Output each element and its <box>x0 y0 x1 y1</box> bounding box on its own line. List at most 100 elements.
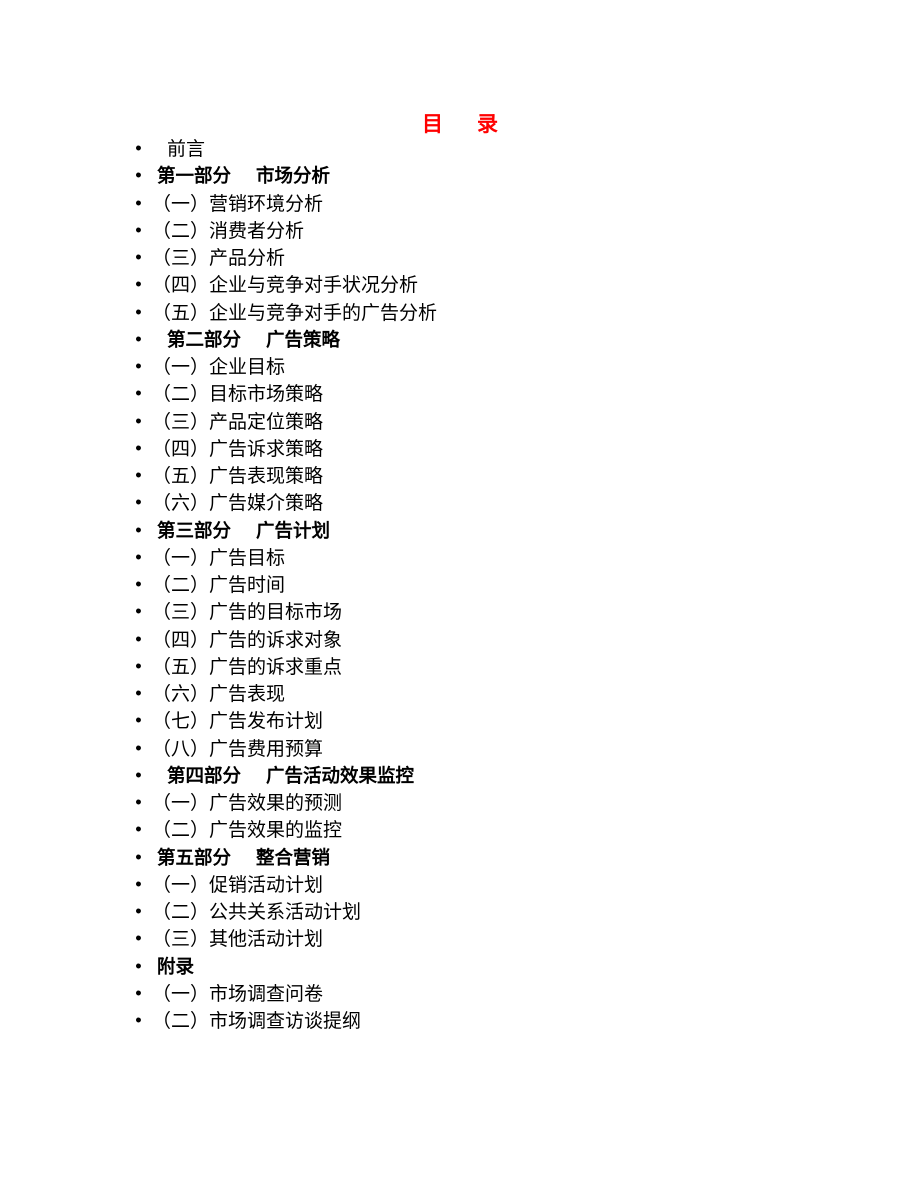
toc-section-heading[interactable]: • 第四部分 广告活动效果监控 <box>0 763 920 790</box>
toc-entry[interactable]: • （三）其他活动计划 <box>0 926 920 953</box>
bullet-icon: • <box>134 876 143 893</box>
toc-entry[interactable]: • （二）广告效果的监控 <box>0 817 920 844</box>
toc-entry[interactable]: • （一）市场调查问卷 <box>0 981 920 1008</box>
bullet-icon: • <box>134 440 143 457</box>
toc-entry-label: （八）广告费用预算 <box>152 737 324 760</box>
toc-entry-label: （三）产品定位策略 <box>152 410 324 433</box>
bullet-icon: • <box>134 740 143 757</box>
toc-title: 目录 <box>0 108 920 138</box>
toc-section-heading[interactable]: • 第二部分 广告策略 <box>0 327 920 354</box>
bullet-icon: • <box>134 658 143 675</box>
toc-entry-label: 附录 <box>157 956 195 978</box>
toc-entry-label: （一）市场调查问卷 <box>152 982 324 1005</box>
bullet-icon: • <box>134 904 143 920</box>
table-of-contents: • 前言 • 第一部分 市场分析 • （一）营销环境分析 • （二）消费者分析 • （三）产品分析… <box>0 136 920 1035</box>
toc-entry-label: （二）广告时间 <box>152 574 286 596</box>
bullet-icon: • <box>134 386 143 403</box>
toc-title-char-1: 目 <box>422 111 443 136</box>
toc-section-heading[interactable]: • 附录 <box>0 954 920 981</box>
bullet-icon: • <box>134 304 143 321</box>
bullet-icon: • <box>134 468 143 484</box>
bullet-icon: • <box>134 495 143 512</box>
bullet-icon: • <box>134 522 143 539</box>
toc-entry-label: 第二部分 广告策略 <box>167 329 340 351</box>
toc-entry-label: （一）营销环境分析 <box>152 192 324 215</box>
toc-entry[interactable]: • （一）营销环境分析 <box>0 191 920 218</box>
bullet-icon: • <box>134 277 143 294</box>
bullet-icon: • <box>134 713 143 730</box>
toc-entry-label: （一）广告目标 <box>152 546 286 569</box>
bullet-icon: • <box>134 222 143 239</box>
bullet-icon: • <box>134 631 143 648</box>
toc-entry-label: （一）促销活动计划 <box>152 873 324 896</box>
toc-entry-label: （二）市场调查访谈提纲 <box>152 1010 362 1032</box>
bullet-icon: • <box>134 250 143 266</box>
toc-entry-label: （三）广告的目标市场 <box>152 601 343 624</box>
toc-entry-label: （四）广告的诉求对象 <box>152 628 343 651</box>
toc-entry[interactable]: • （四）广告的诉求对象 <box>0 627 920 654</box>
toc-entry-label: （一）企业目标 <box>152 356 286 378</box>
toc-entry[interactable]: • （四）企业与竞争对手状况分析 <box>0 272 920 299</box>
toc-entry[interactable]: • （二）消费者分析 <box>0 218 920 245</box>
toc-entry[interactable]: • （五）广告的诉求重点 <box>0 654 920 681</box>
toc-entry[interactable]: • （五）企业与竞争对手的广告分析 <box>0 300 920 327</box>
bullet-icon: • <box>134 767 143 784</box>
bullet-icon: • <box>134 1013 143 1029</box>
bullet-icon: • <box>134 331 143 348</box>
bullet-icon: • <box>134 359 143 375</box>
toc-entry[interactable]: • （三）产品定位策略 <box>0 409 920 436</box>
toc-entry-label: （四）广告诉求策略 <box>152 437 324 460</box>
toc-entry[interactable]: • （二）目标市场策略 <box>0 381 920 408</box>
toc-entry-label: （二）公共关系活动计划 <box>152 901 362 923</box>
bullet-icon: • <box>134 604 143 621</box>
bullet-icon: • <box>134 549 143 566</box>
toc-entry[interactable]: • （六）广告表现 <box>0 681 920 708</box>
toc-entry[interactable]: • （二）广告时间 <box>0 572 920 599</box>
bullet-icon: • <box>134 958 143 975</box>
toc-entry[interactable]: • （一）促销活动计划 <box>0 872 920 899</box>
toc-entry-label: （六）广告表现 <box>152 683 286 705</box>
bullet-icon: • <box>134 195 143 212</box>
toc-entry[interactable]: • （一）广告目标 <box>0 545 920 572</box>
toc-entry[interactable]: • （二）公共关系活动计划 <box>0 899 920 926</box>
bullet-icon: • <box>134 141 143 157</box>
toc-entry-label: 第一部分 市场分析 <box>157 166 330 188</box>
toc-entry-label: 第三部分 广告计划 <box>157 520 330 542</box>
toc-entry[interactable]: • （一）企业目标 <box>0 354 920 381</box>
bullet-icon: • <box>134 931 143 948</box>
toc-entry-label: （六）广告媒介策略 <box>152 492 324 515</box>
toc-entry[interactable]: • （六）广告媒介策略 <box>0 490 920 517</box>
toc-entry-label: （三）其他活动计划 <box>152 928 324 951</box>
bullet-icon: • <box>134 849 143 866</box>
toc-entry[interactable]: • （八）广告费用预算 <box>0 736 920 763</box>
toc-entry-label: （五）广告表现策略 <box>152 465 324 487</box>
toc-entry[interactable]: • （一）广告效果的预测 <box>0 790 920 817</box>
bullet-icon: • <box>134 686 143 702</box>
toc-entry[interactable]: • （四）广告诉求策略 <box>0 436 920 463</box>
toc-entry[interactable]: • 前言 <box>0 136 920 163</box>
toc-entry-label: （二）广告效果的监控 <box>152 819 343 842</box>
toc-section-heading[interactable]: • 第五部分 整合营销 <box>0 845 920 872</box>
toc-entry[interactable]: • （三）广告的目标市场 <box>0 599 920 626</box>
toc-entry-label: 前言 <box>167 138 206 160</box>
toc-section-heading[interactable]: • 第三部分 广告计划 <box>0 518 920 545</box>
bullet-icon: • <box>134 577 143 593</box>
bullet-icon: • <box>134 168 143 185</box>
toc-entry-label: （五）广告的诉求重点 <box>152 655 343 678</box>
toc-title-char-2: 录 <box>477 111 498 136</box>
toc-entry-label: （一）广告效果的预测 <box>152 792 343 814</box>
toc-entry[interactable]: • （七）广告发布计划 <box>0 708 920 735</box>
toc-entry-label: （二）消费者分析 <box>152 219 305 242</box>
toc-entry-label: （五）企业与竞争对手的广告分析 <box>152 301 438 324</box>
toc-entry-label: （七）广告发布计划 <box>152 710 324 733</box>
toc-entry-label: 第四部分 广告活动效果监控 <box>167 765 414 787</box>
bullet-icon: • <box>134 795 143 811</box>
toc-entry[interactable]: • （三）产品分析 <box>0 245 920 272</box>
toc-entry-label: 第五部分 整合营销 <box>157 847 330 869</box>
toc-entry-label: （三）产品分析 <box>152 247 286 269</box>
toc-entry[interactable]: • （五）广告表现策略 <box>0 463 920 490</box>
toc-section-heading[interactable]: • 第一部分 市场分析 <box>0 163 920 190</box>
toc-entry-label: （四）企业与竞争对手状况分析 <box>152 274 419 297</box>
bullet-icon: • <box>134 413 143 430</box>
toc-entry[interactable]: • （二）市场调查访谈提纲 <box>0 1008 920 1035</box>
